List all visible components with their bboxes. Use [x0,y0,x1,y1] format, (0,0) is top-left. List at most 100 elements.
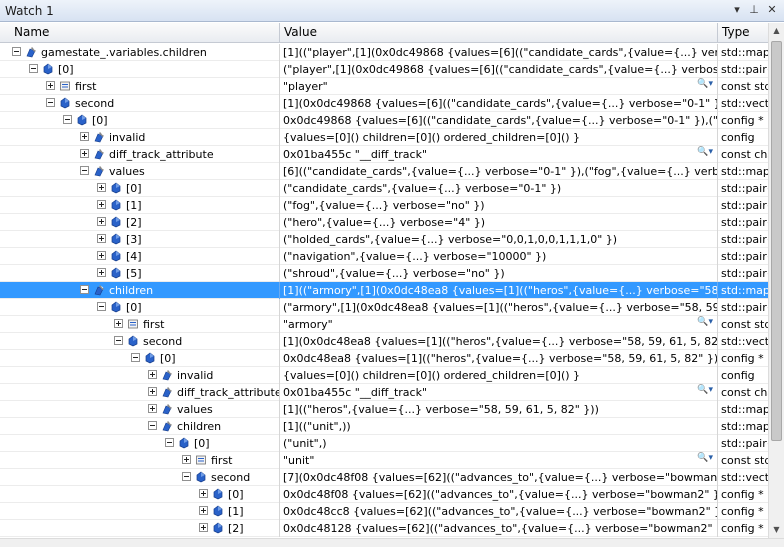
search-icon[interactable]: 🔍▾ [697,385,713,395]
expand-icon[interactable] [114,319,123,328]
search-icon[interactable]: 🔍▾ [697,317,713,327]
watch-row[interactable]: [0] ("candidate_cards",{value={...} verbo… [0,180,768,197]
value-cell[interactable]: "armory" 🔍▾ [280,316,718,333]
expand-icon[interactable] [97,183,106,192]
value-cell[interactable]: [1](("heros",{value={...} verbose="58, 5… [280,401,718,418]
watch-row[interactable]: [1] 0x0dc48cc8 {values=[62](("advances_to… [0,503,768,520]
watch-row[interactable]: values [6](("candidate_cards",{value={...… [0,163,768,180]
watch-row[interactable]: second [1](0x0dc48ea8 {values=[1](("heros… [0,333,768,350]
value-cell[interactable]: 0x0dc49868 {values=[6](("candidate_cards… [280,112,718,129]
value-cell[interactable]: 0x01ba455c "__diff_track" 🔍▾ [280,146,718,163]
watch-row[interactable]: [1] ("fog",{value={...} verbose="no" }) st… [0,197,768,214]
watch-row[interactable]: [0] ("armory",[1](0x0dc48ea8 {values=[1](… [0,299,768,316]
column-name-header[interactable]: Name [0,23,280,42]
watch-row[interactable]: [3] ("holded_cards",{value={...} verbose=… [0,231,768,248]
search-icon[interactable]: 🔍▾ [697,79,713,89]
value-cell[interactable]: ("armory",[1](0x0dc48ea8 {values=[1](("h… [280,299,718,316]
value-cell[interactable]: ("unit",) [280,435,718,452]
value-cell[interactable]: [1](("armory",[1](0x0dc48ea8 {values=[1]… [280,282,718,299]
collapse-icon[interactable] [29,64,38,73]
collapse-icon[interactable] [182,472,191,481]
value-cell[interactable]: 0x0dc48cc8 {values=[62](("advances_to",{… [280,503,718,520]
watch-row[interactable]: [0] ("unit",) std::pair< [0,435,768,452]
collapse-icon[interactable] [131,353,140,362]
column-value-header[interactable]: Value [280,23,718,42]
collapse-icon[interactable] [114,336,123,345]
watch-row[interactable]: second [1](0x0dc49868 {values=[6](("candi… [0,95,768,112]
search-icon[interactable]: 🔍▾ [697,453,713,463]
value-cell[interactable]: {values=[0]() children=[0]() ordered_chi… [280,367,718,384]
watch-row[interactable]: children [1](("armory",[1](0x0dc48ea8 {va… [0,282,768,299]
collapse-icon[interactable] [148,421,157,430]
value-cell[interactable]: [1](0x0dc49868 {values=[6](("candidate_c… [280,95,718,112]
value-cell[interactable]: ("navigation",{value={...} verbose="1000… [280,248,718,265]
watch-row[interactable]: invalid {values=[0]() children=[0]() orde… [0,367,768,384]
value-cell[interactable]: ("candidate_cards",{value={...} verbose=… [280,180,718,197]
value-cell[interactable]: [1](("player",[1](0x0dc49868 {values=[6]… [280,44,718,61]
expand-icon[interactable] [97,234,106,243]
value-cell[interactable]: ("shroud",{value={...} verbose="no" }) [280,265,718,282]
scroll-down-icon[interactable]: ▼ [769,522,784,538]
window-dropdown-icon[interactable]: ▾ [730,3,744,17]
expand-icon[interactable] [97,200,106,209]
value-cell[interactable]: [7](0x0dc48f08 {values=[62](("advances_t… [280,469,718,486]
collapse-icon[interactable] [165,438,174,447]
value-cell[interactable]: 0x0dc48ea8 {values=[1](("heros",{value={… [280,350,718,367]
collapse-icon[interactable] [80,166,89,175]
watch-row[interactable]: first "player" 🔍▾ const std [0,78,768,95]
expand-icon[interactable] [97,251,106,260]
expand-icon[interactable] [199,523,208,532]
watch-row[interactable]: [2] ("hero",{value={...} verbose="4" }) st… [0,214,768,231]
value-cell[interactable]: 0x0dc48f08 {values=[62](("advances_to",{… [280,486,718,503]
horizontal-scrollbar[interactable] [0,538,784,547]
expand-icon[interactable] [148,404,157,413]
watch-row[interactable]: values [1](("heros",{value={...} verbose=… [0,401,768,418]
watch-row[interactable]: [0] 0x0dc48f08 {values=[62](("advances_to… [0,486,768,503]
watch-row[interactable]: gamestate_.variables.children [1](("playe… [0,44,768,61]
collapse-icon[interactable] [63,115,72,124]
watch-row[interactable]: [5] ("shroud",{value={...} verbose="no" }… [0,265,768,282]
expand-icon[interactable] [182,455,191,464]
watch-row[interactable]: children [1](("unit",)) std::map< [0,418,768,435]
value-cell[interactable]: ("holded_cards",{value={...} verbose="0,… [280,231,718,248]
expand-icon[interactable] [199,489,208,498]
expand-icon[interactable] [199,506,208,515]
value-cell[interactable]: ("fog",{value={...} verbose="no" }) [280,197,718,214]
watch-row[interactable]: first "unit" 🔍▾ const std [0,452,768,469]
watch-row[interactable]: invalid {values=[0]() children=[0]() orde… [0,129,768,146]
value-cell[interactable]: [1](("unit",)) [280,418,718,435]
watch-row[interactable]: [2] 0x0dc48128 {values=[62](("advances_to… [0,520,768,537]
expand-icon[interactable] [97,268,106,277]
value-cell[interactable]: [6](("candidate_cards",{value={...} verb… [280,163,718,180]
column-type-header[interactable]: Type [718,23,768,42]
collapse-icon[interactable] [80,285,89,294]
collapse-icon[interactable] [97,302,106,311]
vertical-scrollbar[interactable]: ▲ ▼ [768,23,784,538]
value-cell[interactable]: [1](0x0dc48ea8 {values=[1](("heros",{val… [280,333,718,350]
collapse-icon[interactable] [46,98,55,107]
value-cell[interactable]: 0x01ba455c "__diff_track" 🔍▾ [280,384,718,401]
value-cell[interactable]: {values=[0]() children=[0]() ordered_chi… [280,129,718,146]
scroll-up-icon[interactable]: ▲ [769,23,784,39]
watch-row[interactable]: diff_track_attribute 0x01ba455c "__diff_t… [0,384,768,401]
watch-row[interactable]: [4] ("navigation",{value={...} verbose="1… [0,248,768,265]
value-cell[interactable]: ("player",[1](0x0dc49868 {values=[6](("c… [280,61,718,78]
pin-icon[interactable]: ⊥ [747,3,761,17]
value-cell[interactable]: "unit" 🔍▾ [280,452,718,469]
value-cell[interactable]: 0x0dc48128 {values=[62](("advances_to",{… [280,520,718,537]
watch-row[interactable]: [0] 0x0dc48ea8 {values=[1](("heros",{valu… [0,350,768,367]
expand-icon[interactable] [46,81,55,90]
expand-icon[interactable] [97,217,106,226]
close-icon[interactable]: ✕ [765,3,779,17]
value-cell[interactable]: "player" 🔍▾ [280,78,718,95]
expand-icon[interactable] [148,387,157,396]
watch-row[interactable]: [0] ("player",[1](0x0dc49868 {values=[6](… [0,61,768,78]
expand-icon[interactable] [80,149,89,158]
watch-row[interactable]: first "armory" 🔍▾ const std [0,316,768,333]
watch-row[interactable]: second [7](0x0dc48f08 {values=[62](("adva… [0,469,768,486]
watch-row[interactable]: diff_track_attribute 0x01ba455c "__diff_t… [0,146,768,163]
expand-icon[interactable] [148,370,157,379]
collapse-icon[interactable] [12,47,21,56]
scroll-thumb[interactable] [771,41,782,441]
expand-icon[interactable] [80,132,89,141]
